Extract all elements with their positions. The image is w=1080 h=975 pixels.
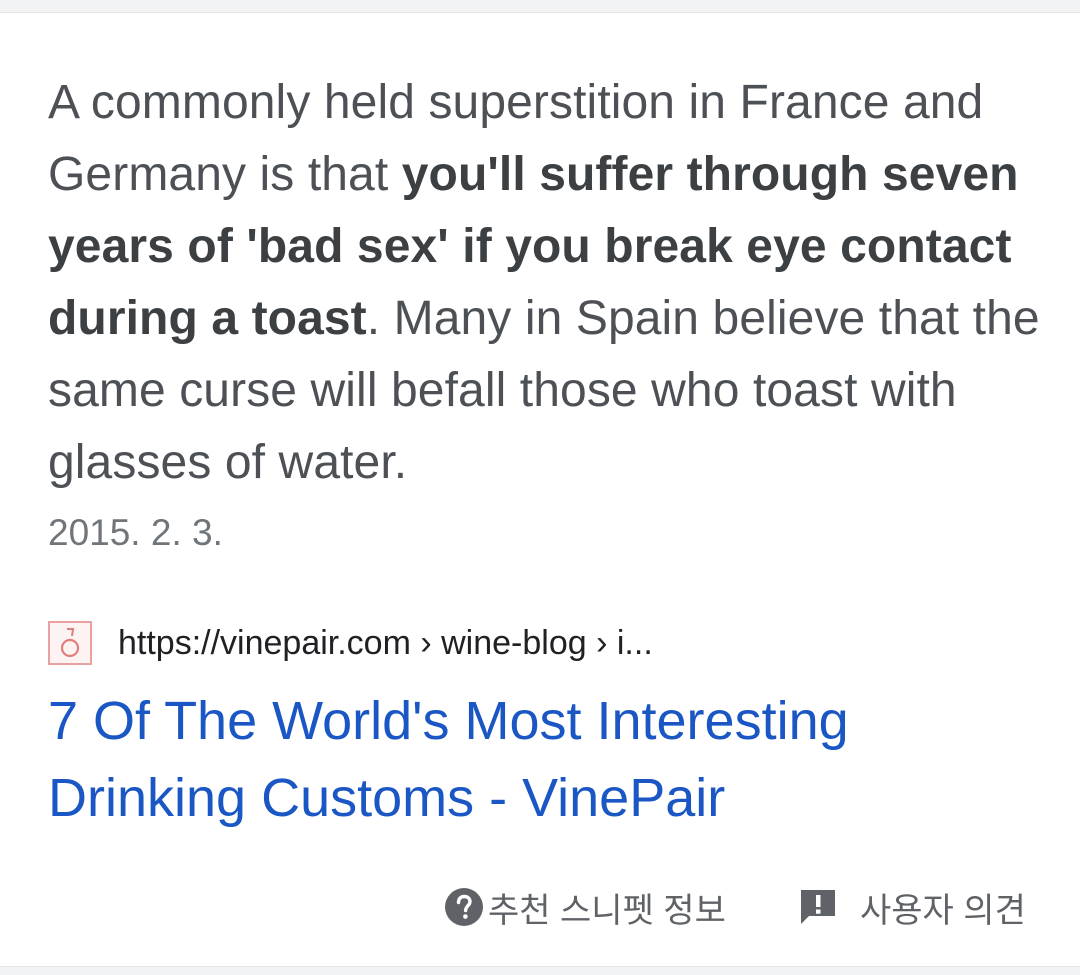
result-source[interactable]: https://vinepair.com › wine-blog › i... [48, 619, 653, 667]
result-url[interactable]: https://vinepair.com › wine-blog › i... [118, 624, 653, 663]
snippet-date: 2015. 2. 3. [48, 512, 223, 553]
about-label: 추천 스니펫 정보 [488, 891, 726, 930]
feedback-button[interactable]: 사용자 의견 [798, 879, 1026, 935]
snippet-text: A commonly held superstition in France a… [48, 67, 1048, 499]
featured-snippet-card: A commonly held superstition in France a… [0, 12, 1080, 967]
about-featured-snippets-button[interactable]: 추천 스니펫 정보 [444, 879, 726, 935]
feedback-label: 사용자 의견 [860, 891, 1026, 930]
result-title-link[interactable]: 7 Of The World's Most Interesting Drinki… [48, 683, 1048, 837]
feedback-icon [801, 890, 835, 924]
vinepair-favicon-icon [48, 621, 92, 665]
help-circle-icon [445, 888, 483, 926]
